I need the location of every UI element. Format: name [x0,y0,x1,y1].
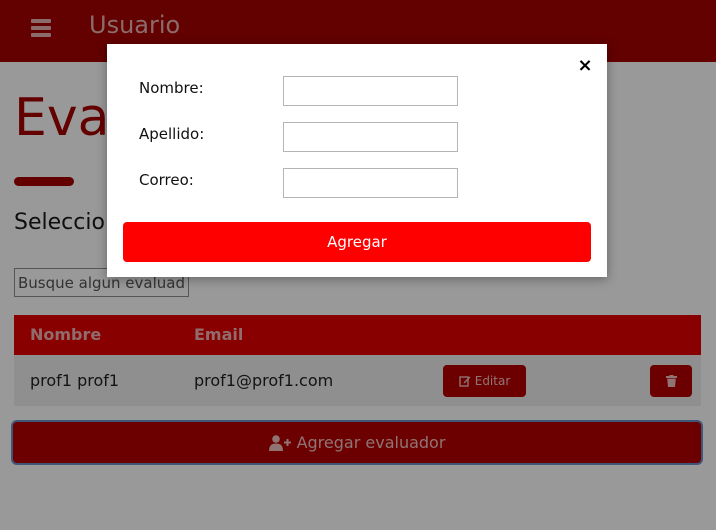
nombre-label: Nombre: [139,79,204,97]
nombre-input[interactable] [283,76,458,106]
apellido-input[interactable] [283,122,458,152]
correo-input[interactable] [283,168,458,198]
add-evaluator-modal: × Nombre: Apellido: Correo: Agregar [107,44,607,277]
agregar-button[interactable]: Agregar [123,222,591,262]
apellido-label: Apellido: [139,125,205,143]
correo-label: Correo: [139,171,194,189]
close-icon[interactable]: × [577,57,593,75]
